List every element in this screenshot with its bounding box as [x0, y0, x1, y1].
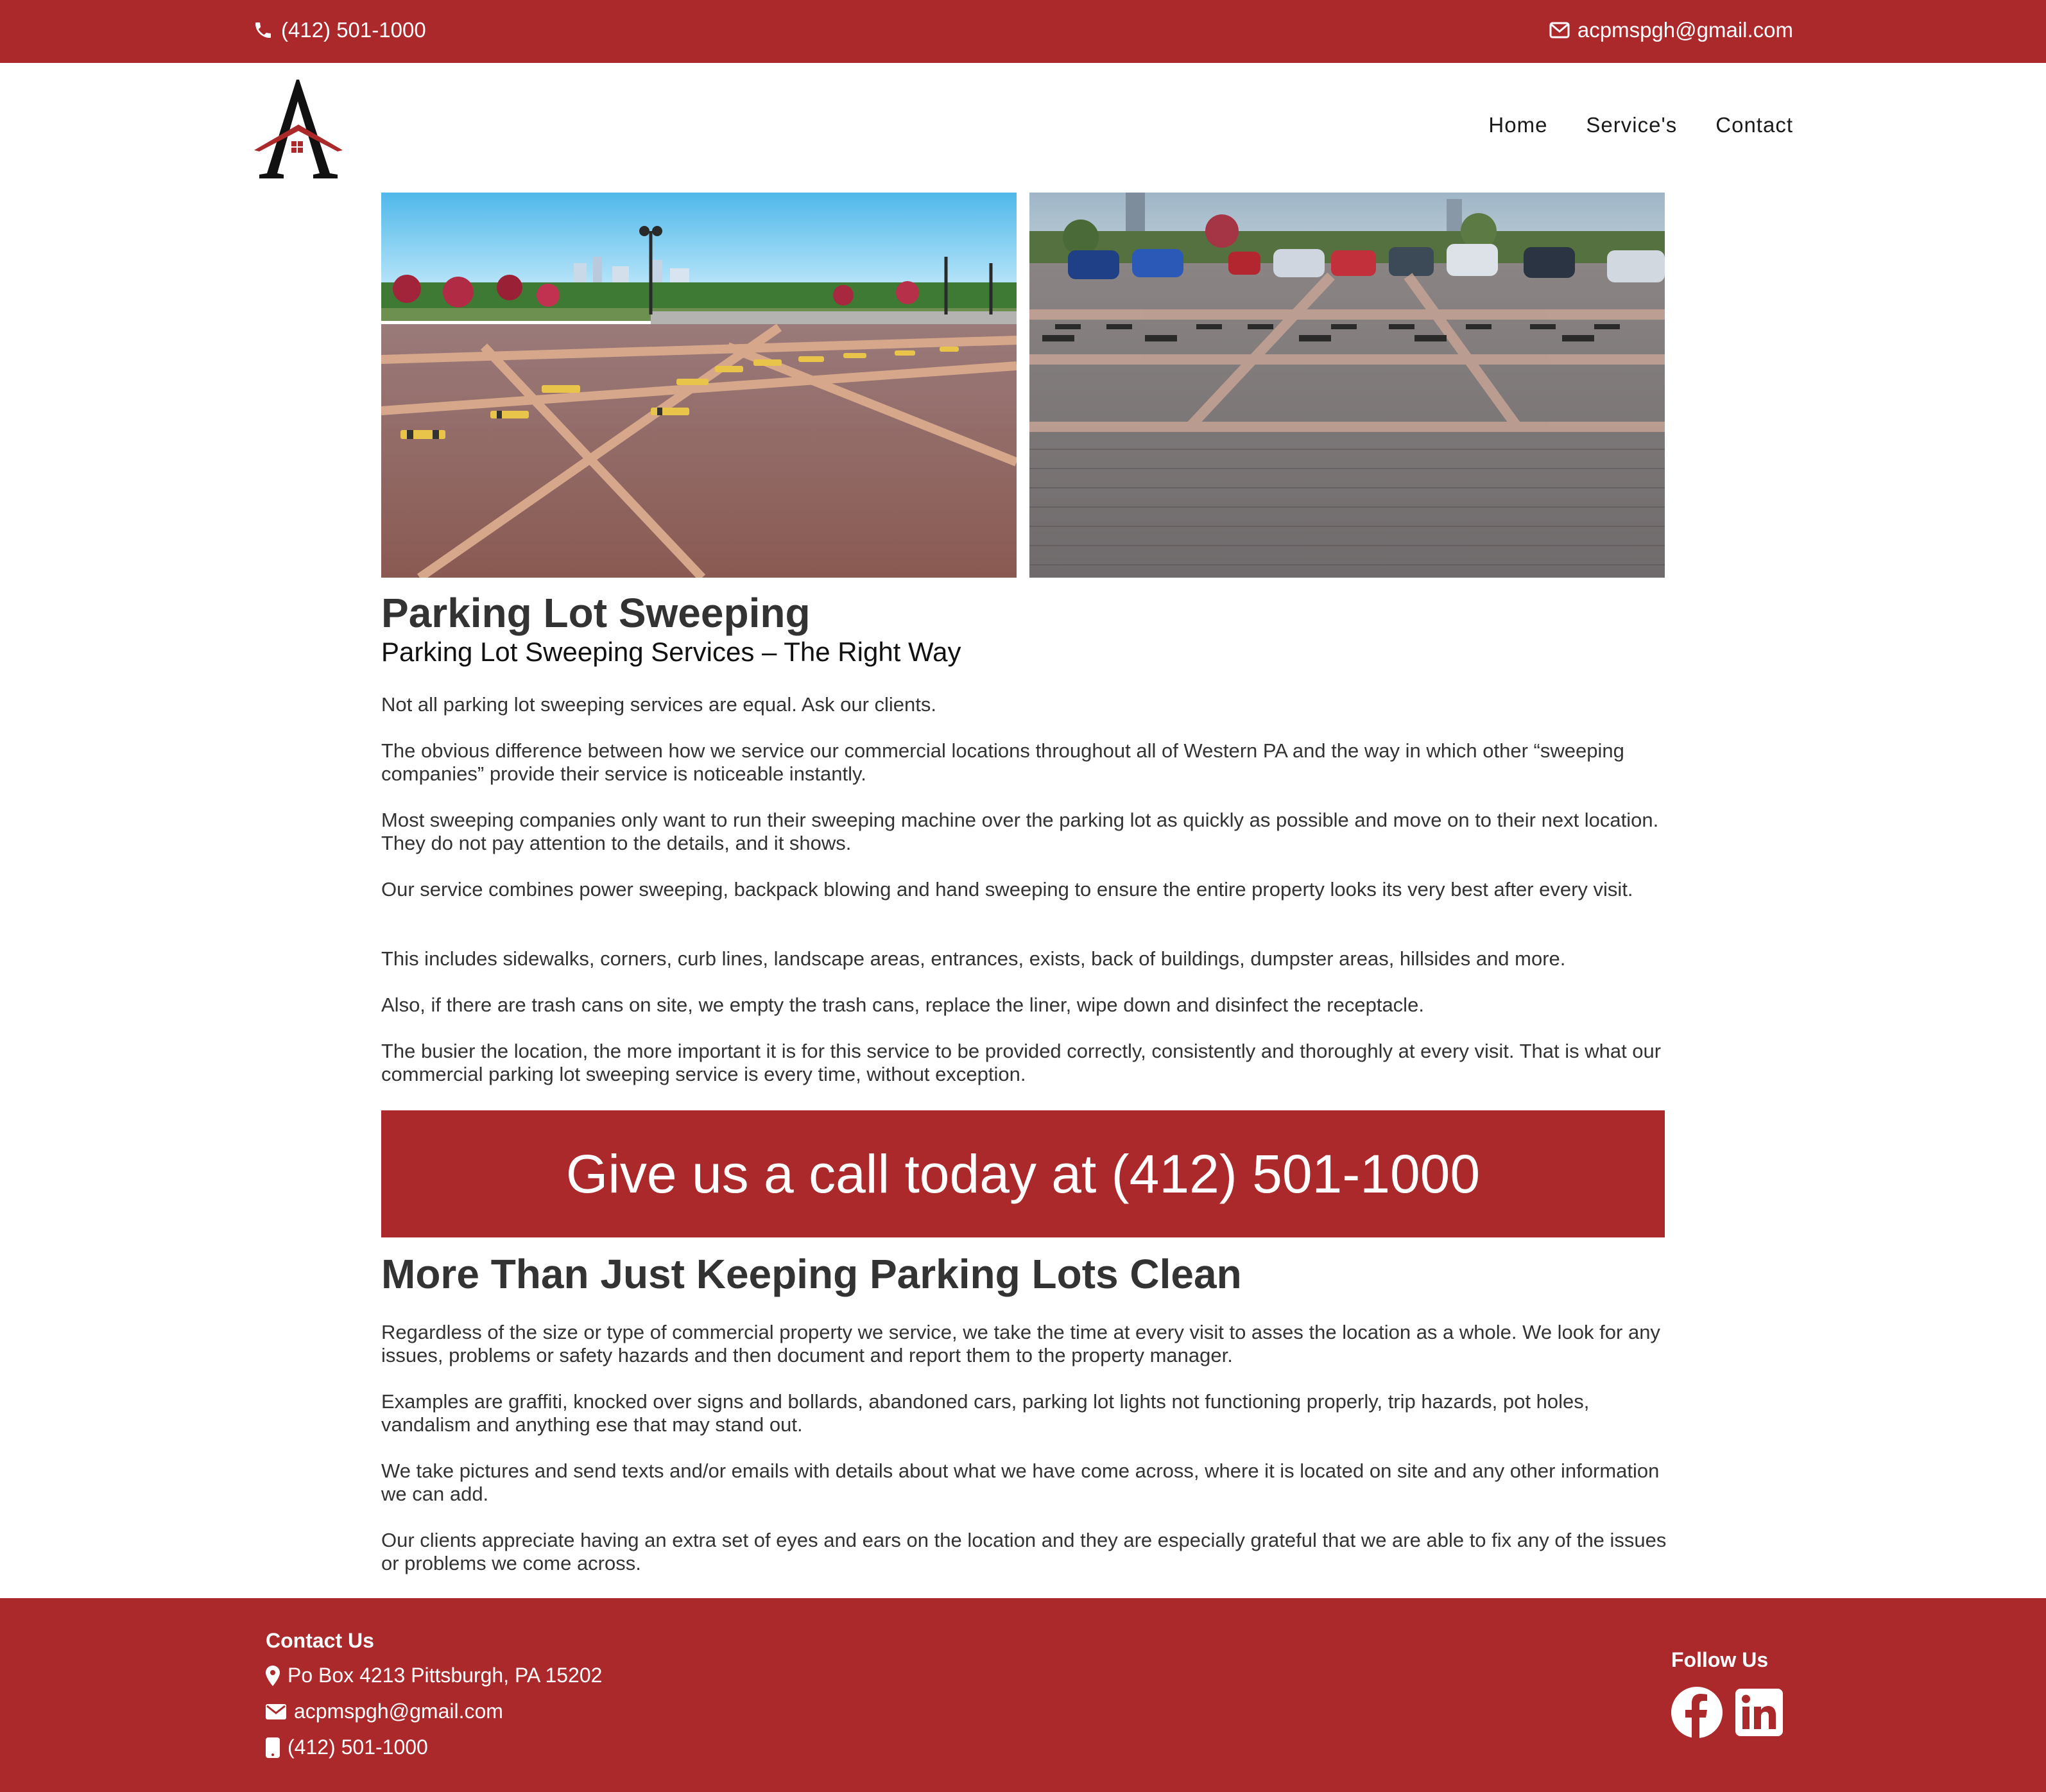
topbar-email-text: acpmspgh@gmail.com: [1577, 18, 1793, 42]
call-to-action-banner[interactable]: Give us a call today at (412) 501-1000: [381, 1110, 1665, 1237]
nav-contact[interactable]: Contact: [1715, 113, 1793, 137]
facebook-icon[interactable]: [1671, 1687, 1723, 1738]
parking-lot-photo-right: [1029, 193, 1665, 578]
site-footer: Contact Us Po Box 4213 Pittsburgh, PA 15…: [0, 1598, 2046, 1792]
paragraph: The obvious difference between how we se…: [381, 739, 1624, 785]
parking-lot-photo-left: [381, 193, 1017, 578]
nav-home[interactable]: Home: [1488, 113, 1547, 137]
paragraph: This includes sidewalks, corners, curb l…: [381, 947, 1566, 970]
call-to-action-text: Give us a call today at (412) 501-1000: [565, 1143, 1481, 1204]
paragraph: Examples are graffiti, knocked over sign…: [381, 1390, 1590, 1436]
paragraph: Most sweeping companies only want to run…: [381, 809, 1659, 854]
top-bar: (412) 501-1000 acpmspgh@gmail.com: [0, 0, 2046, 63]
footer-address: Po Box 4213 Pittsburgh, PA 15202: [266, 1664, 602, 1687]
footer-phone-text: (412) 501-1000: [288, 1736, 428, 1759]
paragraph: We take pictures and send texts and/or e…: [381, 1460, 1660, 1505]
section-title-more-than-clean: More Than Just Keeping Parking Lots Clea…: [381, 1251, 1242, 1297]
envelope-icon: [1549, 22, 1570, 39]
main-nav: Home Service's Contact: [1488, 113, 1793, 137]
phone-icon: [253, 20, 273, 40]
company-logo[interactable]: [252, 76, 345, 178]
topbar-email[interactable]: acpmspgh@gmail.com: [1549, 18, 1793, 42]
linkedin-icon[interactable]: [1735, 1687, 1783, 1738]
footer-follow-title: Follow Us: [1671, 1648, 1769, 1671]
topbar-phone[interactable]: (412) 501-1000: [253, 18, 426, 42]
section-subtitle: Parking Lot Sweeping Services – The Righ…: [381, 637, 961, 667]
nav-services[interactable]: Service's: [1586, 113, 1677, 137]
paragraph: Not all parking lot sweeping services ar…: [381, 693, 936, 716]
footer-address-text: Po Box 4213 Pittsburgh, PA 15202: [288, 1664, 603, 1687]
paragraph: Our clients appreciate having an extra s…: [381, 1529, 1667, 1574]
section-title-parking-lot-sweeping: Parking Lot Sweeping: [381, 590, 811, 636]
footer-email[interactable]: acpmspgh@gmail.com: [266, 1700, 503, 1723]
topbar-phone-text: (412) 501-1000: [281, 18, 426, 42]
footer-email-text: acpmspgh@gmail.com: [294, 1700, 503, 1723]
footer-phone[interactable]: (412) 501-1000: [266, 1736, 428, 1759]
paragraph: Regardless of the size or type of commer…: [381, 1321, 1660, 1366]
site-header: Home Service's Contact: [0, 63, 2046, 185]
envelope-icon: [266, 1703, 286, 1719]
footer-contact-title: Contact Us: [266, 1629, 374, 1652]
social-links: [1671, 1687, 1783, 1738]
paragraph: Our service combines power sweeping, bac…: [381, 878, 1633, 900]
paragraph: The busier the location, the more import…: [381, 1040, 1662, 1085]
mobile-icon: [266, 1737, 280, 1758]
map-marker-icon: [266, 1665, 280, 1686]
paragraph: Also, if there are trash cans on site, w…: [381, 994, 1424, 1016]
